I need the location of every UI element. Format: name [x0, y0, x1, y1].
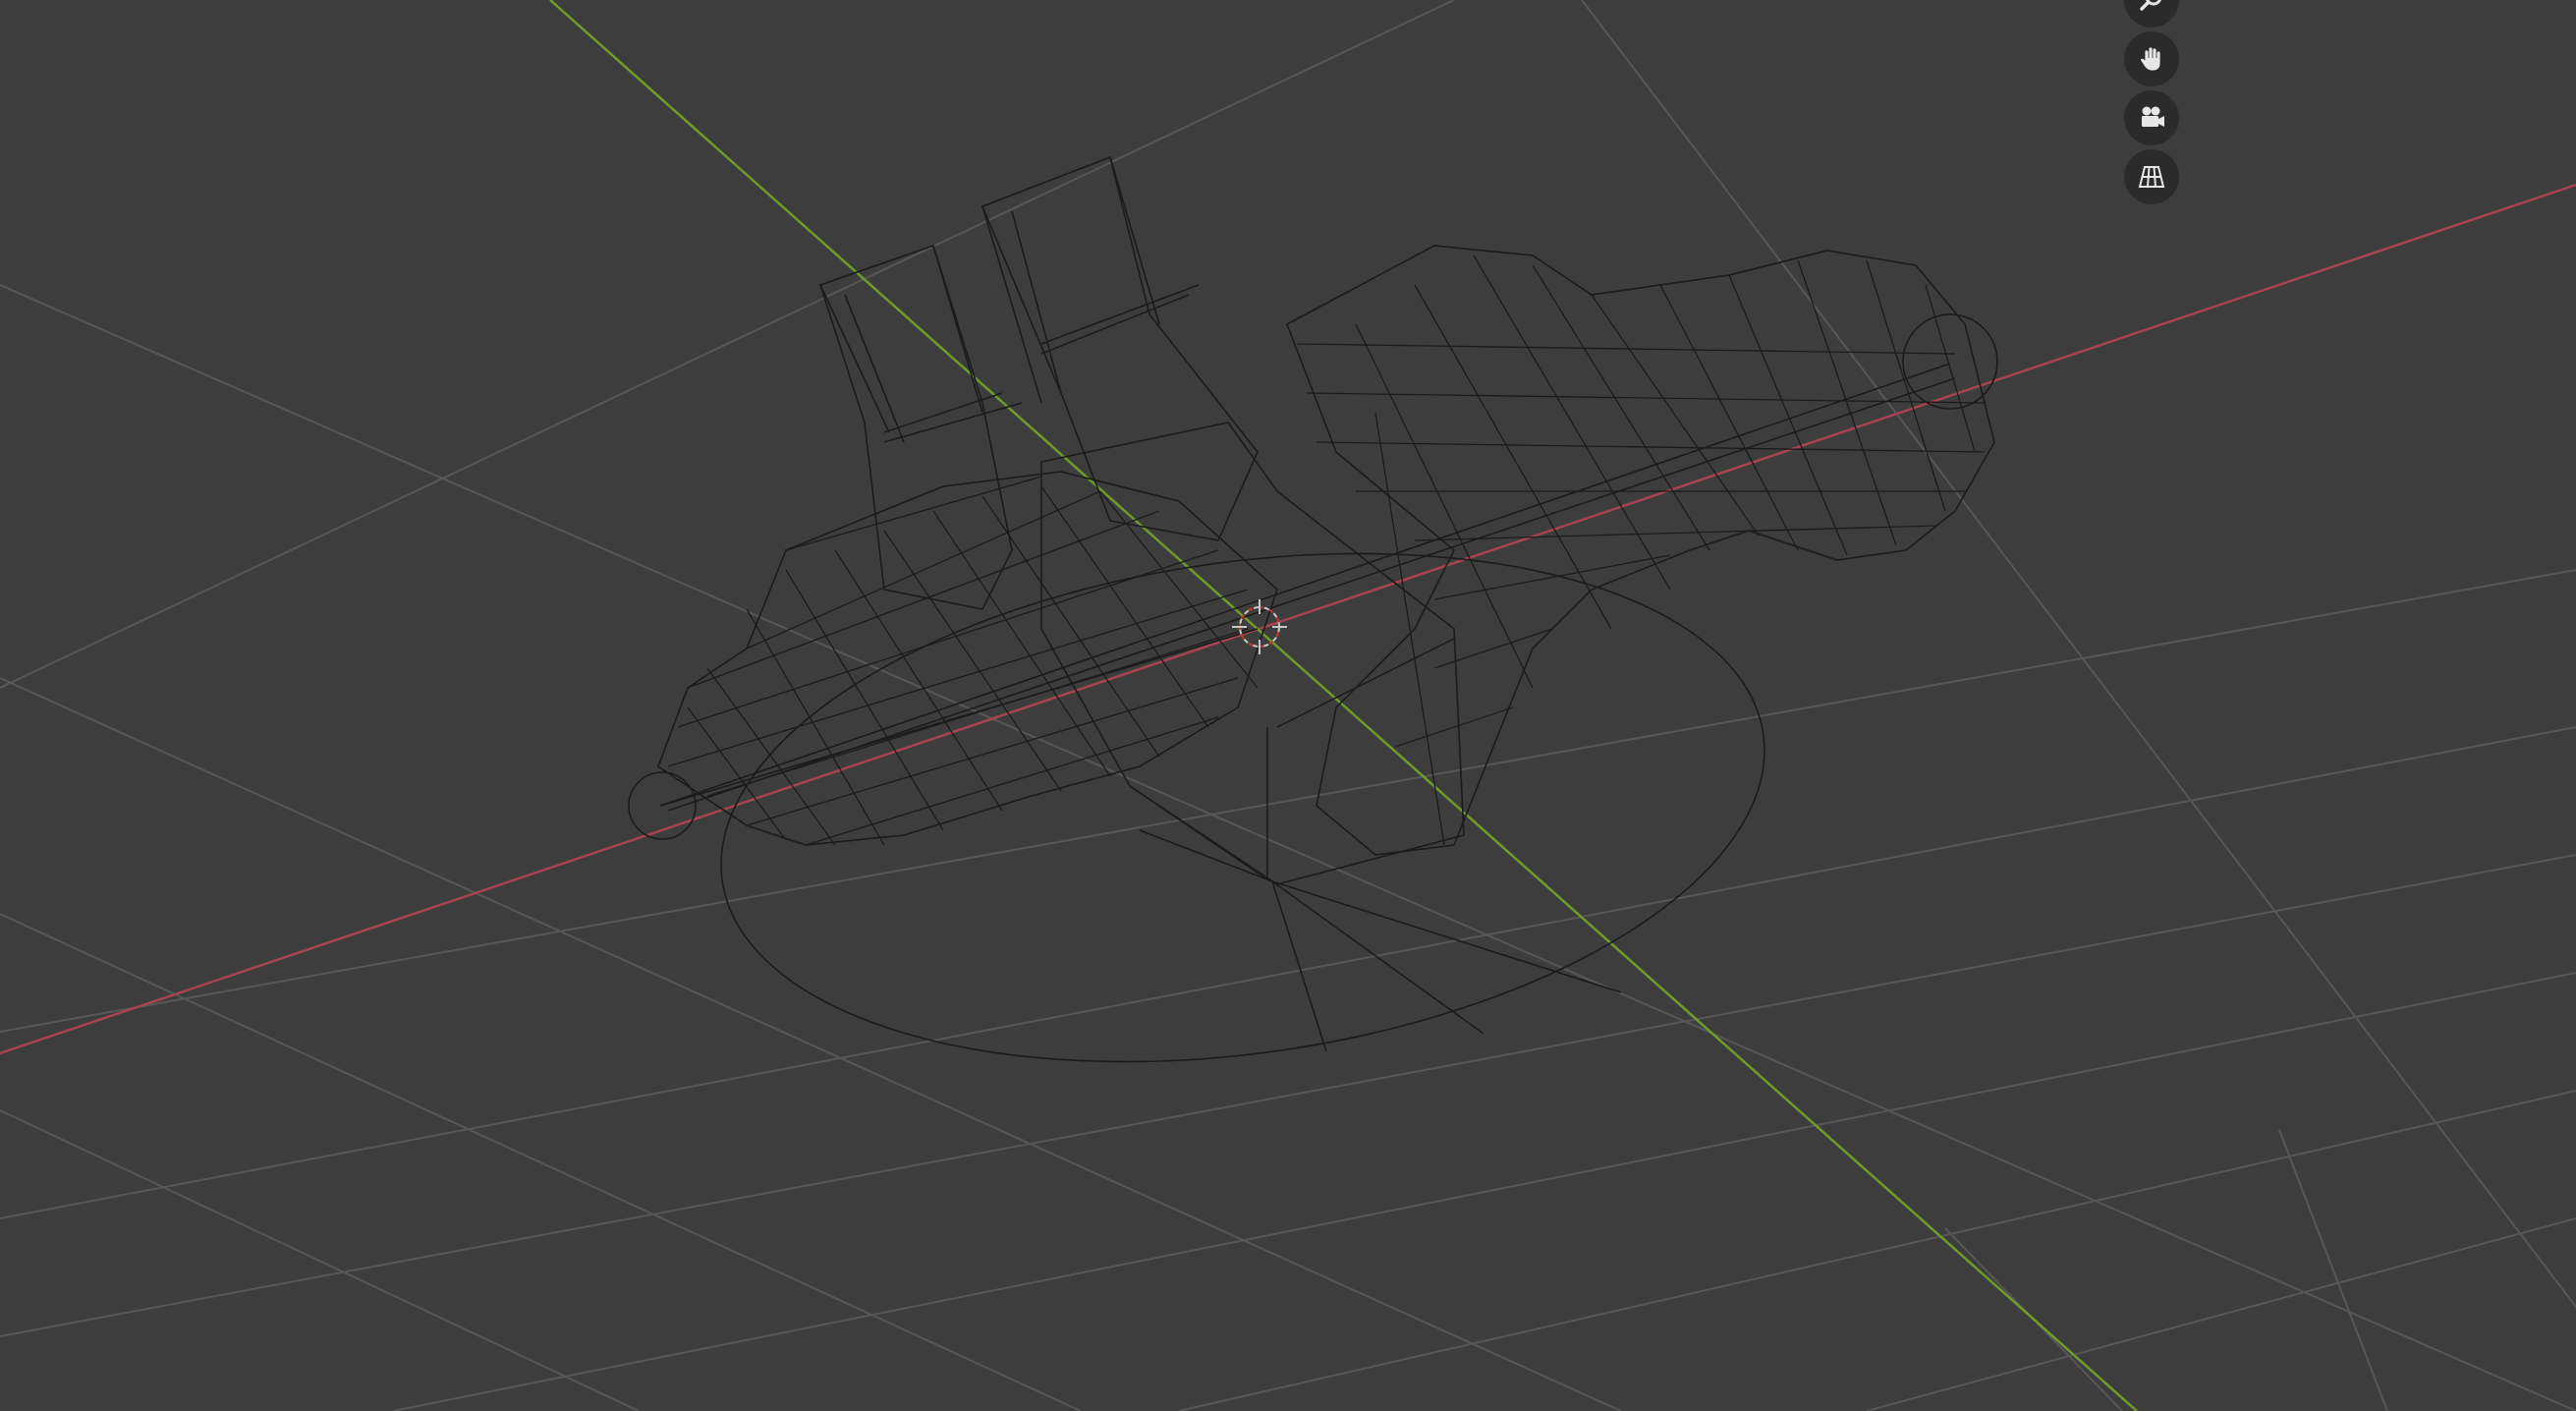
magnifier-icon [2140, 0, 2161, 11]
viewport-canvas[interactable] [0, 0, 2576, 1411]
perspective-toggle-button[interactable] [2124, 149, 2179, 204]
camera-view-button[interactable] [2124, 90, 2179, 145]
zoom-button[interactable] [2124, 0, 2179, 28]
grid-perspective-icon [2138, 166, 2165, 188]
navigation-gizmo [2124, 0, 2179, 204]
3d-viewport[interactable] [0, 0, 2576, 1411]
hand-icon [2140, 46, 2161, 72]
camera-icon [2142, 106, 2164, 127]
pan-button[interactable] [2124, 31, 2179, 86]
